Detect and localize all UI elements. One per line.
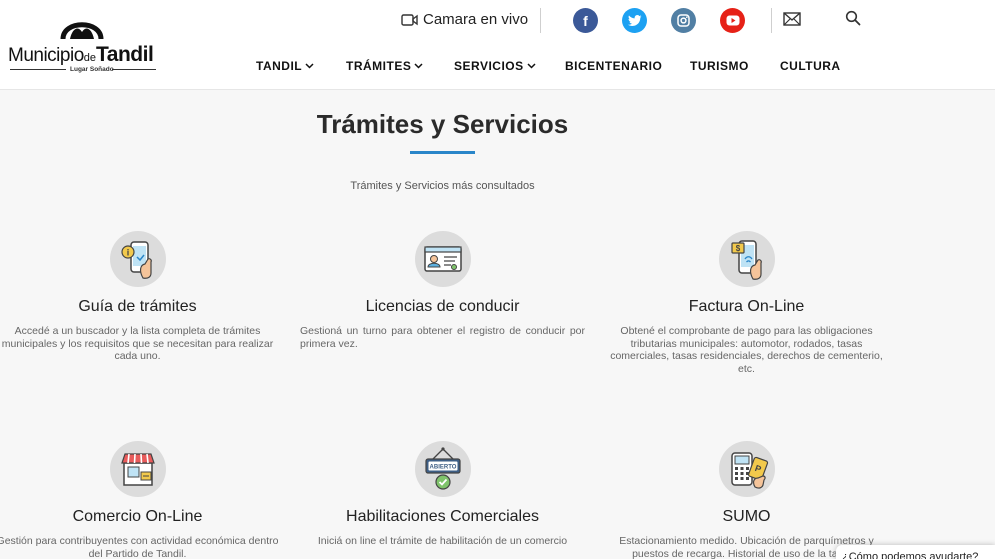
logo-rule-left [10, 69, 66, 70]
instagram-button[interactable] [671, 8, 696, 33]
logo-wordmark: MunicipiodeTandil [8, 43, 154, 66]
site-header: MunicipiodeTandil Lugar Soñado Camara en… [0, 0, 995, 90]
open-sign-icon: ABIERTO [415, 441, 471, 497]
logo-tagline: Lugar Soñado [70, 66, 114, 73]
logo-rule-right [112, 69, 156, 70]
card-title: Guía de trámites [78, 298, 197, 315]
card-description: Gestión para contribuyentes con activida… [0, 535, 279, 559]
search-icon[interactable] [845, 10, 861, 26]
svg-text:$: $ [736, 244, 741, 253]
svg-text:i: i [127, 248, 130, 258]
help-chat-widget[interactable]: ¿Cómo podemos ayudarte? [836, 545, 995, 559]
chevron-down-icon [305, 63, 314, 69]
camera-live-link[interactable]: Camara en vivo [401, 11, 528, 28]
card-title: Licencias de conducir [365, 298, 520, 315]
card-title: Comercio On-Line [72, 508, 203, 525]
municipio-logo[interactable]: MunicipiodeTandil Lugar Soñado [8, 10, 160, 76]
youtube-button[interactable] [720, 8, 745, 33]
twitter-button[interactable] [622, 8, 647, 33]
card-title: Habilitaciones Comerciales [346, 508, 539, 525]
nav-item-cultura[interactable]: CULTURA [780, 59, 841, 73]
twitter-icon [627, 14, 641, 26]
card-title: Factura On-Line [688, 298, 805, 315]
header-divider [540, 8, 541, 33]
card-description: Obtené el comprobante de pago para las o… [610, 325, 883, 375]
svg-text:ABIERTO: ABIERTO [430, 465, 457, 471]
phone-bill-icon: $ [719, 231, 775, 287]
instagram-icon [677, 14, 690, 27]
youtube-icon [726, 15, 739, 26]
help-chat-label: ¿Cómo podemos ayudarte? [842, 551, 979, 559]
phone-info-icon: i [110, 231, 166, 287]
facebook-button[interactable]: f [573, 8, 598, 33]
logo-arch-icon [60, 22, 104, 40]
parking-meter-icon: P [719, 441, 775, 497]
shop-icon [110, 441, 166, 497]
chevron-down-icon [414, 63, 423, 69]
nav-item-turismo[interactable]: TURISMO [690, 59, 749, 73]
nav-item-servicios[interactable]: SERVICIOS [454, 59, 536, 73]
nav-item-tandil[interactable]: TANDIL [256, 59, 314, 73]
facebook-icon: f [583, 12, 588, 29]
nav-item-tramites[interactable]: TRÁMITES [346, 59, 423, 73]
mail-icon[interactable] [783, 12, 801, 26]
card-description: Gestioná un turno para obtener el regist… [300, 325, 585, 350]
header-divider [771, 8, 772, 33]
title-underline [410, 151, 475, 154]
card-description: Accedé a un buscador y la lista completa… [1, 325, 274, 362]
page-subtitle: Trámites y Servicios más consultados [350, 180, 535, 192]
chevron-down-icon [527, 63, 536, 69]
video-camera-icon [401, 13, 418, 26]
page-title: Trámites y Servicios [316, 109, 569, 139]
nav-item-bicentenario[interactable]: BICENTENARIO [565, 59, 662, 73]
card-title: SUMO [722, 508, 771, 525]
license-card-icon [415, 231, 471, 287]
camera-live-label: Camara en vivo [423, 11, 529, 28]
card-description: Iniciá on line el trámite de habilitació… [317, 535, 568, 547]
